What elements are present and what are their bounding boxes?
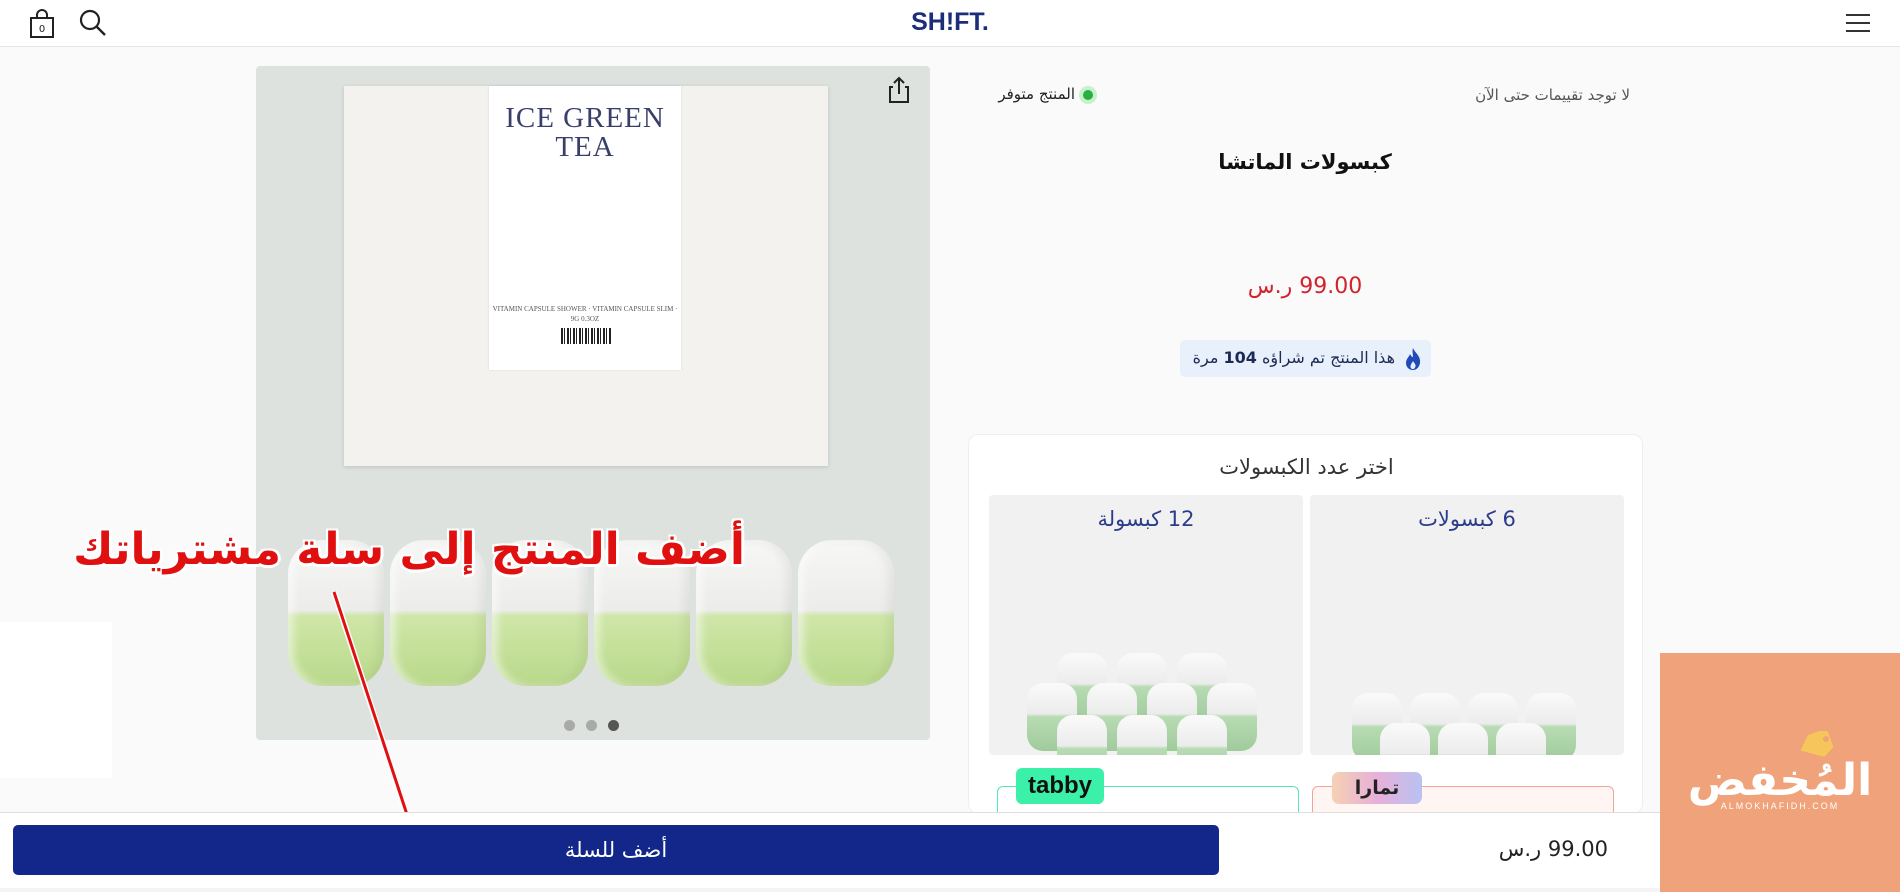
rating-status: لا توجد تقييمات حتى الآن [1475,86,1630,104]
product-title: كبسولات الماتشا [1218,150,1392,174]
in-stock-dot-icon [1079,86,1097,104]
cart-count: 0 [39,24,45,35]
tabby-logo: tabby [1016,768,1104,804]
product-page: 0 SH!FT. ICE GREEN TEA VITAMIN CAPSULE S… [0,0,1900,892]
option-label: 6 كبسولات [1418,507,1516,531]
gallery-dot-active[interactable] [608,720,619,731]
hamburger-menu-icon[interactable] [1844,12,1872,34]
left-white-block [0,622,112,778]
capsule-count-selector: اختر عدد الكبسولات 6 كبسولات 12 كبسولة [968,434,1643,814]
sticky-bottom-bar: أضف للسلة 99.00 ر.س [0,812,1660,892]
bottom-price: 99.00 ر.س [1498,837,1608,861]
capsule-image [1177,715,1227,755]
option-6-capsules[interactable]: 6 كبسولات [1310,495,1624,755]
gallery-dot[interactable] [586,720,597,731]
capsule-image [1057,715,1107,755]
watermark-text: المُخفض [1687,755,1873,806]
barcode-image [561,328,611,344]
site-header: 0 SH!FT. [0,0,1900,47]
tamara-logo: تمارا [1332,772,1422,804]
stock-status: المنتج متوفر [980,84,1100,106]
capsule-image [1438,723,1488,755]
box-title-text: ICE GREEN TEA [505,102,665,163]
search-icon[interactable] [78,8,108,38]
cart-icon[interactable]: 0 [28,9,56,39]
site-watermark: المُخفض ALMOKHAFIDH.COM [1660,653,1900,892]
stock-label: المنتج متوفر [998,85,1075,103]
site-logo[interactable]: SH!FT. [900,8,1000,37]
option-12-capsules[interactable]: 12 كبسولة [989,495,1303,755]
capsule-image [1380,723,1430,755]
capsule-image [1117,715,1167,755]
fire-icon [1403,347,1423,371]
watermark-subtext: ALMOKHAFIDH.COM [1720,801,1840,811]
sold-count-text: هذا المنتج تم شراؤه 104 مرة [1192,348,1395,367]
add-to-cart-button[interactable]: أضف للسلة [13,825,1219,875]
box-fineprint: VITAMIN CAPSULE SHOWER · VITAMIN CAPSULE… [492,305,678,323]
capsule-image [1496,723,1546,755]
option-label: 12 كبسولة [1097,507,1195,531]
gallery-dot[interactable] [564,720,575,731]
bottom-strip [0,888,1660,892]
product-box-label: ICE GREEN TEA VITAMIN CAPSULE SHOWER · V… [489,86,681,370]
capsule-image [798,540,894,686]
annotation-text: أضف المنتج إلى سلة مشترياتك [73,524,745,575]
options-title: اختر عدد الكبسولات [1219,455,1394,479]
sold-count-badge: هذا المنتج تم شراؤه 104 مرة [1180,340,1431,377]
gallery-dots [564,720,624,732]
share-icon[interactable] [886,76,912,104]
product-price: 99.00 ر.س [1247,274,1363,299]
